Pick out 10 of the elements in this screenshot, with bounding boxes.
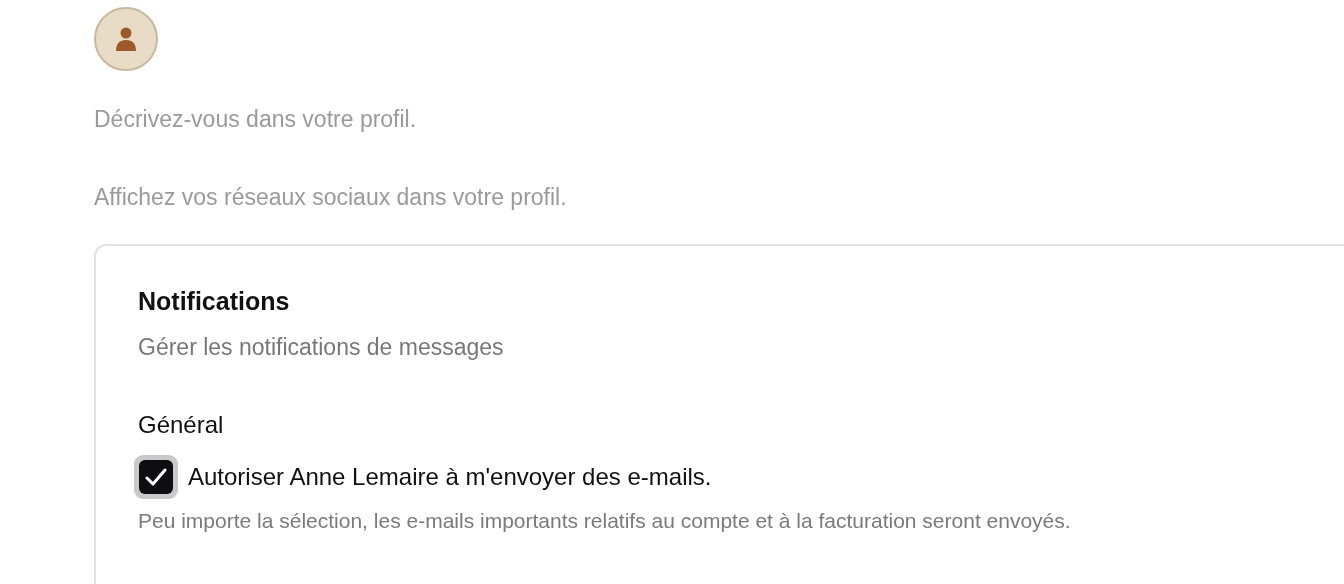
social-hint: Affichez vos réseaux sociaux dans votre profil. [94, 183, 568, 212]
section-heading: Général [138, 410, 225, 440]
card-subtitle: Gérer les notifications de messages [138, 333, 505, 362]
bio-hint: Décrivez-vous dans votre profil. [94, 105, 418, 134]
option-hint: Peu importe la sélection, les e-mails importants relatifs au compte et à la facturation seront envoyés. [138, 508, 1072, 534]
person-icon [115, 26, 137, 52]
checkbox[interactable] [134, 455, 178, 499]
check-icon [145, 467, 167, 487]
card-title: Notifications [138, 286, 291, 317]
checkbox-label[interactable]: Autoriser Anne Lemaire à m'envoyer des e-mails. [188, 463, 712, 491]
